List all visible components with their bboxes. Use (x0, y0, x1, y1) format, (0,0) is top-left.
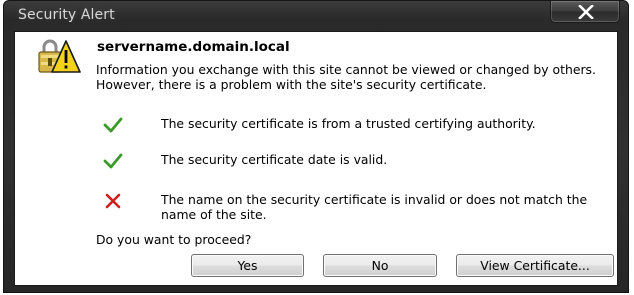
dialog-body: servername.domain.local Information you … (14, 31, 618, 286)
close-icon (578, 5, 594, 19)
proceed-question: Do you want to proceed? (96, 232, 252, 247)
intro-text: Information you exchange with this site … (96, 62, 596, 93)
view-certificate-button[interactable]: View Certificate... (456, 254, 614, 277)
certificate-check-text: The security certificate is from a trust… (161, 116, 536, 131)
green-checkmark-icon (103, 117, 123, 133)
server-name: servername.domain.local (97, 39, 290, 55)
yes-button[interactable]: Yes (191, 254, 304, 277)
security-alert-window: Security Alert servername.domain.local I… (0, 0, 634, 295)
security-warning-icon (38, 39, 81, 73)
no-button[interactable]: No (323, 254, 437, 277)
title-bar[interactable]: Security Alert (4, 1, 628, 31)
window-title: Security Alert (18, 7, 115, 23)
close-button[interactable] (550, 1, 620, 23)
certificate-check-text: The name on the security certificate is … (161, 192, 588, 222)
certificate-check-text: The security certificate date is valid. (161, 152, 388, 167)
window-frame: Security Alert servername.domain.local I… (3, 0, 629, 293)
green-checkmark-icon (103, 153, 123, 169)
red-x-icon (105, 193, 121, 209)
